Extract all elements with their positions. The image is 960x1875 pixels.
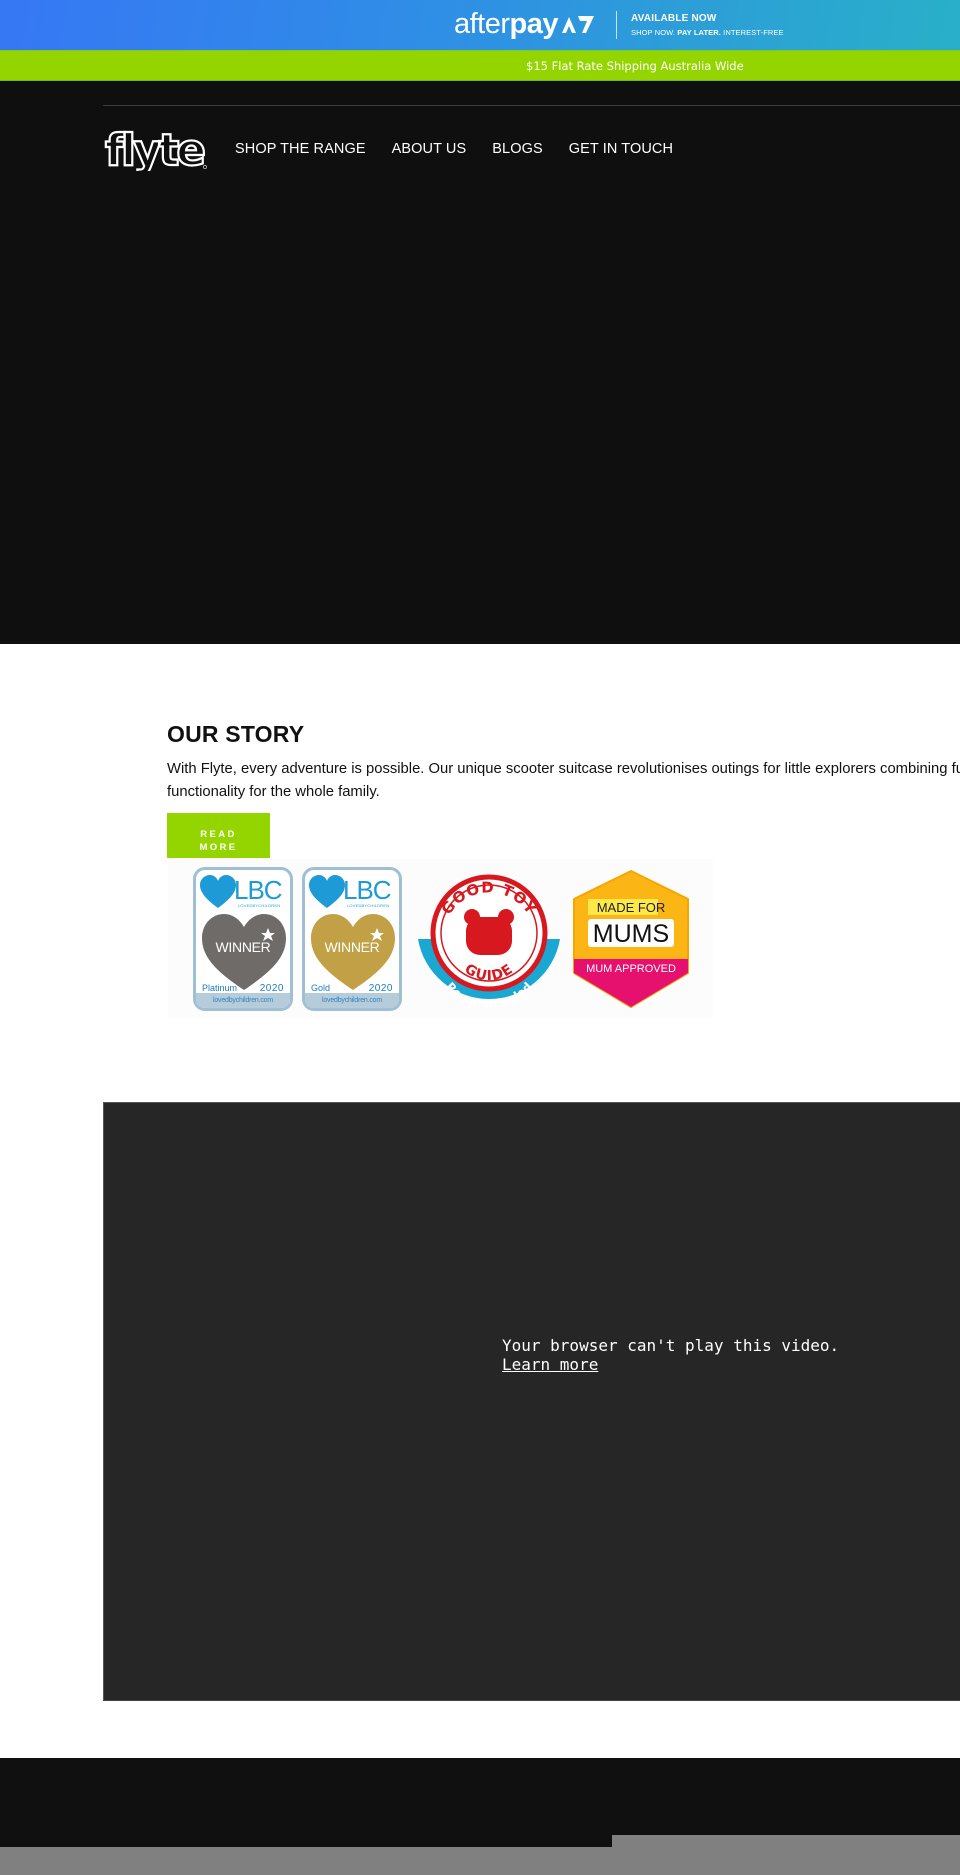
lbc-brand: LBC <box>343 875 392 905</box>
footer-right-block <box>612 1835 960 1875</box>
lbc-site: lovedbychildren.com <box>305 993 399 1008</box>
story-title: OUR STORY <box>167 721 305 747</box>
nav-blogs[interactable]: BLOGS <box>492 141 542 157</box>
afterpay-divider <box>616 11 617 39</box>
read-more-label-1: READ <box>200 828 237 840</box>
lbc-brand-sub: LOVEDBYCHILDREN <box>238 903 281 908</box>
hero-header: flyte SHOP THE RANGE ABOUT US BLOGS GET … <box>0 81 960 644</box>
mfm-line1: MADE FOR <box>597 900 666 915</box>
lbc-brand-sub: LOVEDBYCHILDREN <box>347 903 390 908</box>
nav-about-us[interactable]: ABOUT US <box>392 141 467 157</box>
mfm-line2: MUMS <box>593 920 669 948</box>
afterpay-subline: SHOP NOW. PAY LATER. INTEREST-FREE <box>631 28 784 37</box>
flyte-logo[interactable]: flyte <box>103 127 209 171</box>
good-toy-guide-badge: GOOD TOY GUIDE Recommended <box>418 874 560 1011</box>
lbc-winner-label: WINNER <box>324 939 380 955</box>
lbc-tier: Platinum <box>202 983 238 993</box>
lbc-brand: LBC <box>234 875 283 905</box>
mfm-ribbon: MUM APPROVED <box>586 963 676 975</box>
main-nav: SHOP THE RANGE ABOUT US BLOGS GET IN TOU… <box>235 141 699 157</box>
learn-more-link[interactable]: Learn more <box>502 1355 598 1374</box>
nav-shop-the-range[interactable]: SHOP THE RANGE <box>235 141 366 157</box>
story-text-line-1: With Flyte, every adventure is possible.… <box>167 761 960 777</box>
lbc-gold-badge: LBC LOVEDBYCHILDREN WINNER Gold 2020 lov… <box>302 867 402 1011</box>
nav-get-in-touch[interactable]: GET IN TOUCH <box>569 141 673 157</box>
story-text-line-2: functionality for the whole family. <box>167 784 380 800</box>
lbc-platinum-badge: LBC LOVEDBYCHILDREN WINNER Platinum 2020… <box>193 867 293 1011</box>
header-divider <box>103 105 960 106</box>
story-text: With Flyte, every adventure is possible.… <box>167 758 960 804</box>
afterpay-headline: AVAILABLE NOW <box>631 13 717 24</box>
footer <box>0 1758 960 1875</box>
lbc-winner-label: WINNER <box>215 939 271 955</box>
lbc-site: lovedbychildren.com <box>196 993 290 1008</box>
shipping-banner: $15 Flat Rate Shipping Australia Wide <box>0 50 960 81</box>
awards-image: LBC LOVEDBYCHILDREN WINNER Platinum 2020… <box>168 859 713 1018</box>
read-more-label-2: MORE <box>199 841 238 853</box>
afterpay-logo-bold: pay <box>509 7 559 40</box>
afterpay-sub-prefix: SHOP NOW. <box>631 28 676 37</box>
afterpay-arrows-icon <box>562 16 595 33</box>
video-error-text: Your browser can't play this video. <box>502 1336 840 1355</box>
afterpay-banner[interactable]: after pay AVAILABLE NOW SHOP NOW. PAY LAT… <box>0 0 960 50</box>
afterpay-logo: after pay <box>454 6 596 42</box>
afterpay-sub-suffix: INTEREST-FREE <box>723 28 784 37</box>
afterpay-logo-light: after <box>454 7 510 40</box>
shipping-text: $15 Flat Rate Shipping Australia Wide <box>526 59 744 73</box>
afterpay-sub-bold: PAY LATER. <box>677 28 721 37</box>
video-error-message: Your browser can't play this video. Lear… <box>502 1336 839 1374</box>
made-for-mums-badge: MADE FOR MUMS MUM APPROVED <box>573 870 689 1008</box>
svg-text:flyte: flyte <box>105 127 204 171</box>
lbc-tier: Gold <box>311 983 331 993</box>
read-more-button[interactable]: READ MORE <box>167 813 270 858</box>
video-player[interactable]: Your browser can't play this video. Lear… <box>103 1102 960 1701</box>
